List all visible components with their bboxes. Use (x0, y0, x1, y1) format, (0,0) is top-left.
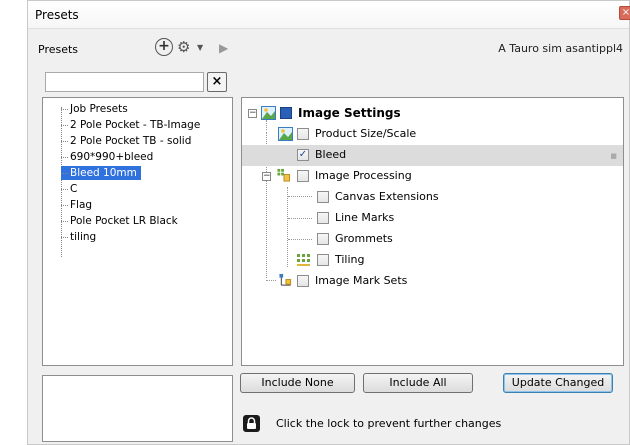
title-bar: Presets × (28, 1, 630, 29)
image-settings-icon (261, 106, 276, 120)
preset-item-tiling[interactable]: tiling (61, 230, 96, 244)
tiling-icon (297, 254, 310, 266)
tree-label-tiling: Tiling (335, 253, 365, 266)
tree-label-grommets: Grommets (335, 232, 393, 245)
tree-row-grommets[interactable]: Grommets (242, 229, 623, 250)
tree-row-canvas-extensions[interactable]: Canvas Extensions (242, 187, 623, 208)
tree-label-image-settings: Image Settings (298, 106, 401, 120)
checkbox-tiling[interactable] (317, 254, 329, 266)
play-icon[interactable]: ▶ (219, 41, 228, 55)
tree-label-canvas-extensions: Canvas Extensions (335, 190, 439, 203)
presets-list[interactable]: Job Presets 2 Pole Pocket - TB-Image 2 P… (42, 97, 233, 366)
preset-item-bleed-10mm[interactable]: Bleed 10mm (61, 166, 141, 180)
presets-label: Presets (38, 43, 79, 56)
include-none-button[interactable]: Include None (240, 373, 355, 393)
settings-tree[interactable]: − Image Settings Product Size/Scale ✓ Bl… (241, 97, 624, 366)
checkbox-image-mark-sets[interactable] (297, 275, 309, 287)
chevron-down-icon[interactable]: ▼ (197, 43, 203, 52)
tree-row-product-size-scale[interactable]: Product Size/Scale (242, 124, 623, 145)
tree-row-bleed[interactable]: ✓ Bleed ■ (242, 145, 623, 166)
plus-circle-icon[interactable]: + (155, 38, 173, 56)
preset-item-pole-pocket-lr-black[interactable]: Pole Pocket LR Black (61, 214, 178, 228)
checkbox-image-processing[interactable] (297, 170, 309, 182)
tree-label-image-processing: Image Processing (315, 169, 412, 182)
preset-item-flag[interactable]: Flag (61, 198, 92, 212)
checkbox-canvas-extensions[interactable] (317, 191, 329, 203)
checkbox-grommets[interactable] (317, 233, 329, 245)
drag-handle-icon[interactable]: ■ (610, 152, 617, 160)
collapse-toggle[interactable]: − (262, 172, 271, 181)
lock-hint: Click the lock to prevent further change… (276, 417, 502, 430)
preset-item-690-990-bleed[interactable]: 690*990+bleed (61, 150, 153, 164)
tree-label-image-mark-sets: Image Mark Sets (315, 274, 408, 287)
lock-icon[interactable] (243, 415, 260, 432)
tree-row-tiling[interactable]: Tiling (242, 250, 623, 271)
image-processing-icon (277, 168, 291, 182)
close-button[interactable]: × (619, 6, 630, 20)
image-mark-sets-icon (279, 273, 292, 286)
preset-item-2-pole-pocket-tb-image[interactable]: 2 Pole Pocket - TB-Image (61, 118, 200, 132)
checkbox-image-settings[interactable] (280, 107, 292, 119)
tree-label-product-size-scale: Product Size/Scale (315, 127, 417, 140)
presets-window: Presets × Presets + ⚙ ▼ ▶ A Tauro sim as… (27, 0, 630, 445)
collapse-toggle[interactable]: − (248, 109, 257, 118)
tree-row-image-mark-sets[interactable]: Image Mark Sets (242, 271, 623, 292)
user-label: A Tauro sim asantippl4 (498, 42, 623, 55)
preset-item-c[interactable]: C (61, 182, 77, 196)
tree-row-line-marks[interactable]: Line Marks (242, 208, 623, 229)
tree-label-bleed: Bleed (315, 148, 347, 161)
preset-item-job-presets[interactable]: Job Presets (61, 102, 128, 116)
include-all-button[interactable]: Include All (363, 373, 473, 393)
tree-label-line-marks: Line Marks (335, 211, 395, 224)
tree-row-image-processing[interactable]: − Image Processing (242, 166, 623, 187)
tree-row-image-settings[interactable]: − Image Settings (242, 103, 623, 124)
window-title: Presets (35, 8, 79, 22)
update-changed-button[interactable]: Update Changed (503, 373, 613, 393)
image-icon (278, 127, 293, 141)
checkbox-line-marks[interactable] (317, 212, 329, 224)
gear-icon[interactable]: ⚙ (177, 38, 190, 56)
notes-box[interactable] (42, 375, 233, 442)
clear-search-button[interactable]: × (207, 72, 227, 92)
checkbox-product-size-scale[interactable] (297, 128, 309, 140)
checkbox-bleed[interactable]: ✓ (297, 149, 309, 161)
preset-search-input[interactable] (45, 72, 204, 92)
preset-item-2-pole-pocket-tb-solid[interactable]: 2 Pole Pocket TB - solid (61, 134, 191, 148)
